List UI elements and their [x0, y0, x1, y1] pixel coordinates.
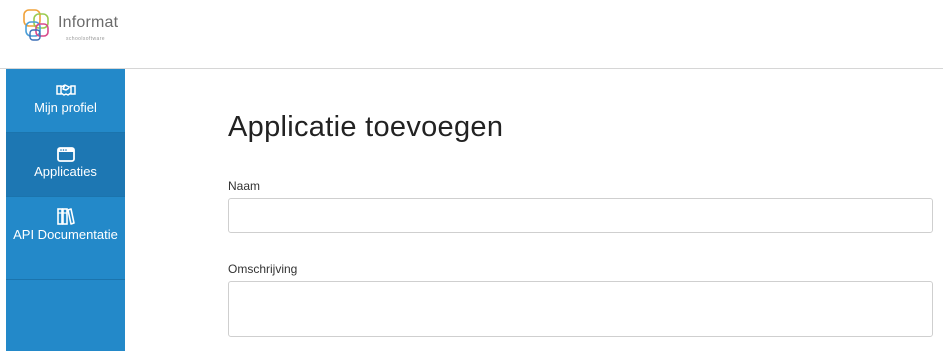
sidebar-item-api-documentatie[interactable]: API Documentatie	[6, 197, 125, 280]
logo-text: Informat	[58, 14, 119, 31]
sidebar: Mijn profiel Applicaties API Documentati…	[6, 69, 125, 351]
sidebar-item-label: Mijn profiel	[34, 100, 97, 115]
naam-input[interactable]	[228, 198, 933, 233]
page-title: Applicatie toevoegen	[228, 111, 504, 143]
handshake-icon	[55, 84, 76, 96]
sidebar-item-label: API Documentatie	[13, 227, 118, 242]
books-icon	[56, 208, 75, 225]
omschrijving-label: Omschrijving	[228, 262, 298, 276]
naam-label: Naam	[228, 179, 261, 193]
sidebar-item-mijn-profiel[interactable]: Mijn profiel	[6, 69, 125, 133]
sidebar-item-applicaties[interactable]: Applicaties	[6, 133, 125, 197]
sidebar-item-label: Applicaties	[34, 164, 97, 179]
logo-subtext: schoolsoftware	[66, 36, 105, 42]
omschrijving-textarea[interactable]	[228, 281, 933, 337]
browser-window-icon	[56, 147, 75, 162]
top-header: Informat schoolsoftware	[0, 0, 943, 69]
